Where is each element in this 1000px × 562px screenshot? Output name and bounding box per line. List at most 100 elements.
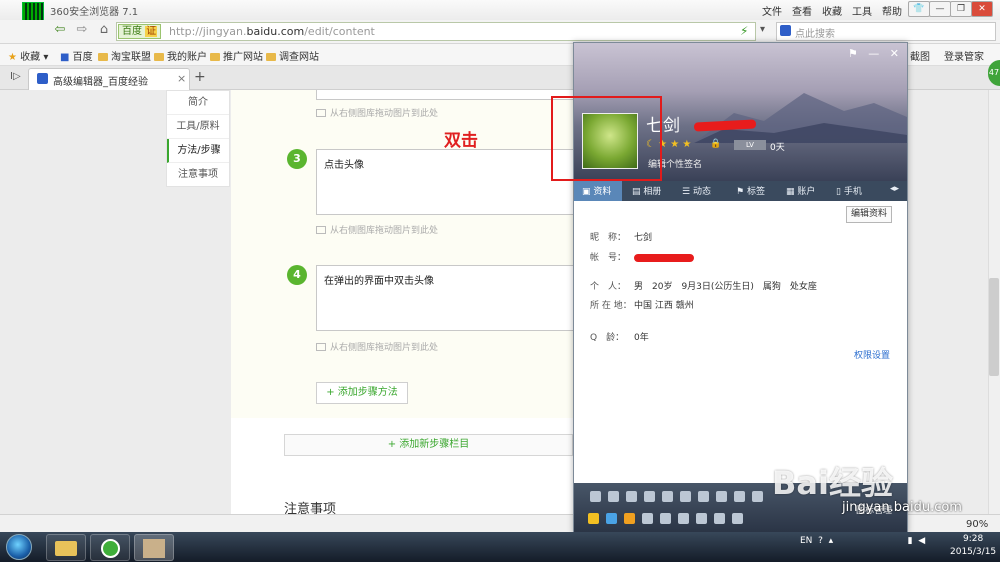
nav-steps[interactable]: 方法/步骤: [167, 139, 229, 163]
service-icon[interactable]: [716, 491, 727, 502]
browser-taskbar-icon[interactable]: [90, 534, 130, 561]
system-tray: EN ? ▴ ▮ ◀: [800, 536, 925, 546]
service-icon[interactable]: [606, 513, 617, 524]
edit-profile-button[interactable]: 编辑资料: [846, 206, 892, 223]
close-icon[interactable]: ✕: [890, 47, 899, 60]
tab-album[interactable]: ▤ 相册: [632, 184, 661, 197]
service-icon[interactable]: [624, 513, 635, 524]
minimize-icon[interactable]: —: [929, 1, 951, 17]
zoom-level[interactable]: 90%: [966, 519, 988, 530]
add-step-method-button[interactable]: + 添加步骤方法: [316, 382, 408, 404]
tab-account[interactable]: ▦ 账户: [786, 184, 815, 197]
address-bar[interactable]: 百度 证 http://jingyan.baidu.com/edit/conte…: [116, 22, 756, 41]
service-icon[interactable]: [642, 513, 653, 524]
service-icon[interactable]: [714, 513, 725, 524]
menu-view[interactable]: 查看: [792, 3, 812, 18]
close-window-icon[interactable]: ✕: [971, 1, 993, 17]
start-button-icon[interactable]: [6, 534, 32, 560]
service-icon[interactable]: [590, 491, 601, 502]
field-account: 帐 号：: [590, 250, 694, 263]
image-drop-hint[interactable]: 从右侧图库拖动图片到此处: [316, 106, 438, 119]
restore-icon[interactable]: ❐: [950, 1, 972, 17]
bookmark-screenshot[interactable]: 截图: [910, 48, 930, 63]
minimize-icon[interactable]: —: [868, 47, 879, 60]
lock-icon: 🔒: [710, 139, 722, 149]
menu-tools[interactable]: 工具: [852, 3, 872, 18]
home-icon[interactable]: ⌂: [94, 21, 114, 39]
bookmark-survey[interactable]: 调查网站: [266, 48, 319, 63]
bookmark-account[interactable]: 我的账户: [154, 48, 207, 63]
clock-time: 9:28: [962, 534, 984, 544]
step-number: 3: [287, 149, 307, 169]
skin-icon[interactable]: ⚑: [848, 47, 858, 60]
service-icon[interactable]: [732, 513, 743, 524]
bookmark-login-manager[interactable]: 登录管家: [944, 48, 984, 63]
menu-help[interactable]: 帮助: [882, 3, 902, 18]
tab-close-icon[interactable]: ×: [177, 72, 186, 85]
add-step-column-button[interactable]: + 添加新步骤栏目: [284, 434, 573, 456]
search-input[interactable]: 点此搜索: [776, 22, 996, 41]
bookmark-taobao[interactable]: 淘宝联盟: [98, 48, 151, 63]
browser-title: 360安全浏览器 7.1: [50, 7, 139, 18]
new-tab-icon[interactable]: +: [194, 69, 206, 85]
forward-icon[interactable]: ⇨: [72, 21, 92, 39]
explorer-taskbar-icon[interactable]: [46, 534, 86, 561]
field-qq-age: Q 龄： 0年: [590, 333, 649, 343]
baidu-favicon-icon: [37, 73, 48, 84]
nav-intro[interactable]: 简介: [167, 91, 229, 115]
bookmark-favorites[interactable]: ★ 收藏 ▾: [8, 48, 48, 63]
step-text-box[interactable]: 在弹出的界面中双击头像: [316, 265, 576, 331]
tab-profile[interactable]: ▣ 资料: [582, 184, 611, 197]
tab-tags[interactable]: ⚑ 标签: [736, 184, 765, 197]
volume-icon[interactable]: ◀: [918, 536, 925, 546]
bookmark-baidu[interactable]: ■ 百度: [60, 48, 93, 63]
service-icon[interactable]: [662, 491, 673, 502]
tab-editor[interactable]: 高级编辑器_百度经验 ×: [28, 68, 190, 90]
menu-file[interactable]: 文件: [762, 3, 782, 18]
service-icon[interactable]: [698, 491, 709, 502]
tab-phone[interactable]: ▯ 手机: [836, 184, 862, 197]
clock[interactable]: 9:28 2015/3/15: [950, 533, 996, 559]
step-text-box[interactable]: 点击头像: [316, 149, 576, 215]
dropdown-icon[interactable]: ▾: [760, 24, 765, 35]
back-icon[interactable]: ⇦: [50, 21, 70, 39]
service-icon[interactable]: [734, 491, 745, 502]
skin-icon[interactable]: 👕: [908, 1, 930, 17]
url-text[interactable]: http://jingyan.baidu.com/edit/content: [169, 25, 375, 38]
service-icon[interactable]: [696, 513, 707, 524]
service-icon[interactable]: [626, 491, 637, 502]
tab-feed[interactable]: ☰ 动态: [682, 184, 711, 197]
folder-icon: [154, 53, 164, 61]
nav-notes[interactable]: 注意事项: [167, 163, 229, 187]
window-controls[interactable]: ⚑ — ✕: [848, 47, 899, 60]
bookmark-promo[interactable]: 推广网站: [210, 48, 263, 63]
speed-icon[interactable]: ⚡: [740, 24, 748, 38]
tab-scroll-arrows-icon[interactable]: ◂▸: [890, 184, 899, 194]
service-icon[interactable]: [644, 491, 655, 502]
step-number: 4: [287, 265, 307, 285]
service-icon[interactable]: [752, 491, 763, 502]
watermark-url: jingyan.baidu.com: [842, 500, 962, 515]
nav-tools[interactable]: 工具/原料: [167, 115, 229, 139]
sidebar-toggle-icon[interactable]: I▷: [10, 71, 21, 82]
image-icon: [316, 226, 326, 234]
service-icon[interactable]: [608, 491, 619, 502]
service-icon[interactable]: [660, 513, 671, 524]
menu-favorites[interactable]: 收藏: [822, 3, 842, 18]
privacy-settings-link[interactable]: 权限设置: [854, 348, 890, 361]
search-placeholder: 点此搜索: [795, 29, 835, 40]
service-icon[interactable]: [680, 491, 691, 502]
image-drop-hint[interactable]: 从右侧图库拖动图片到此处: [316, 223, 438, 236]
tray-arrow-icon[interactable]: ▴: [829, 536, 834, 546]
previous-step-box[interactable]: [316, 90, 576, 100]
scrollbar-thumb[interactable]: [989, 278, 999, 376]
image-drop-hint[interactable]: 从右侧图库拖动图片到此处: [316, 340, 438, 353]
network-icon[interactable]: ▮: [908, 536, 913, 546]
service-icon[interactable]: [678, 513, 689, 524]
help-icon[interactable]: ?: [818, 536, 823, 546]
app-taskbar-icon[interactable]: [134, 534, 174, 561]
star-icon[interactable]: [588, 513, 599, 524]
baidu-watermark: Bai经验: [772, 464, 893, 502]
site-badge[interactable]: 百度 证: [118, 24, 162, 39]
language-indicator[interactable]: EN: [800, 536, 812, 546]
